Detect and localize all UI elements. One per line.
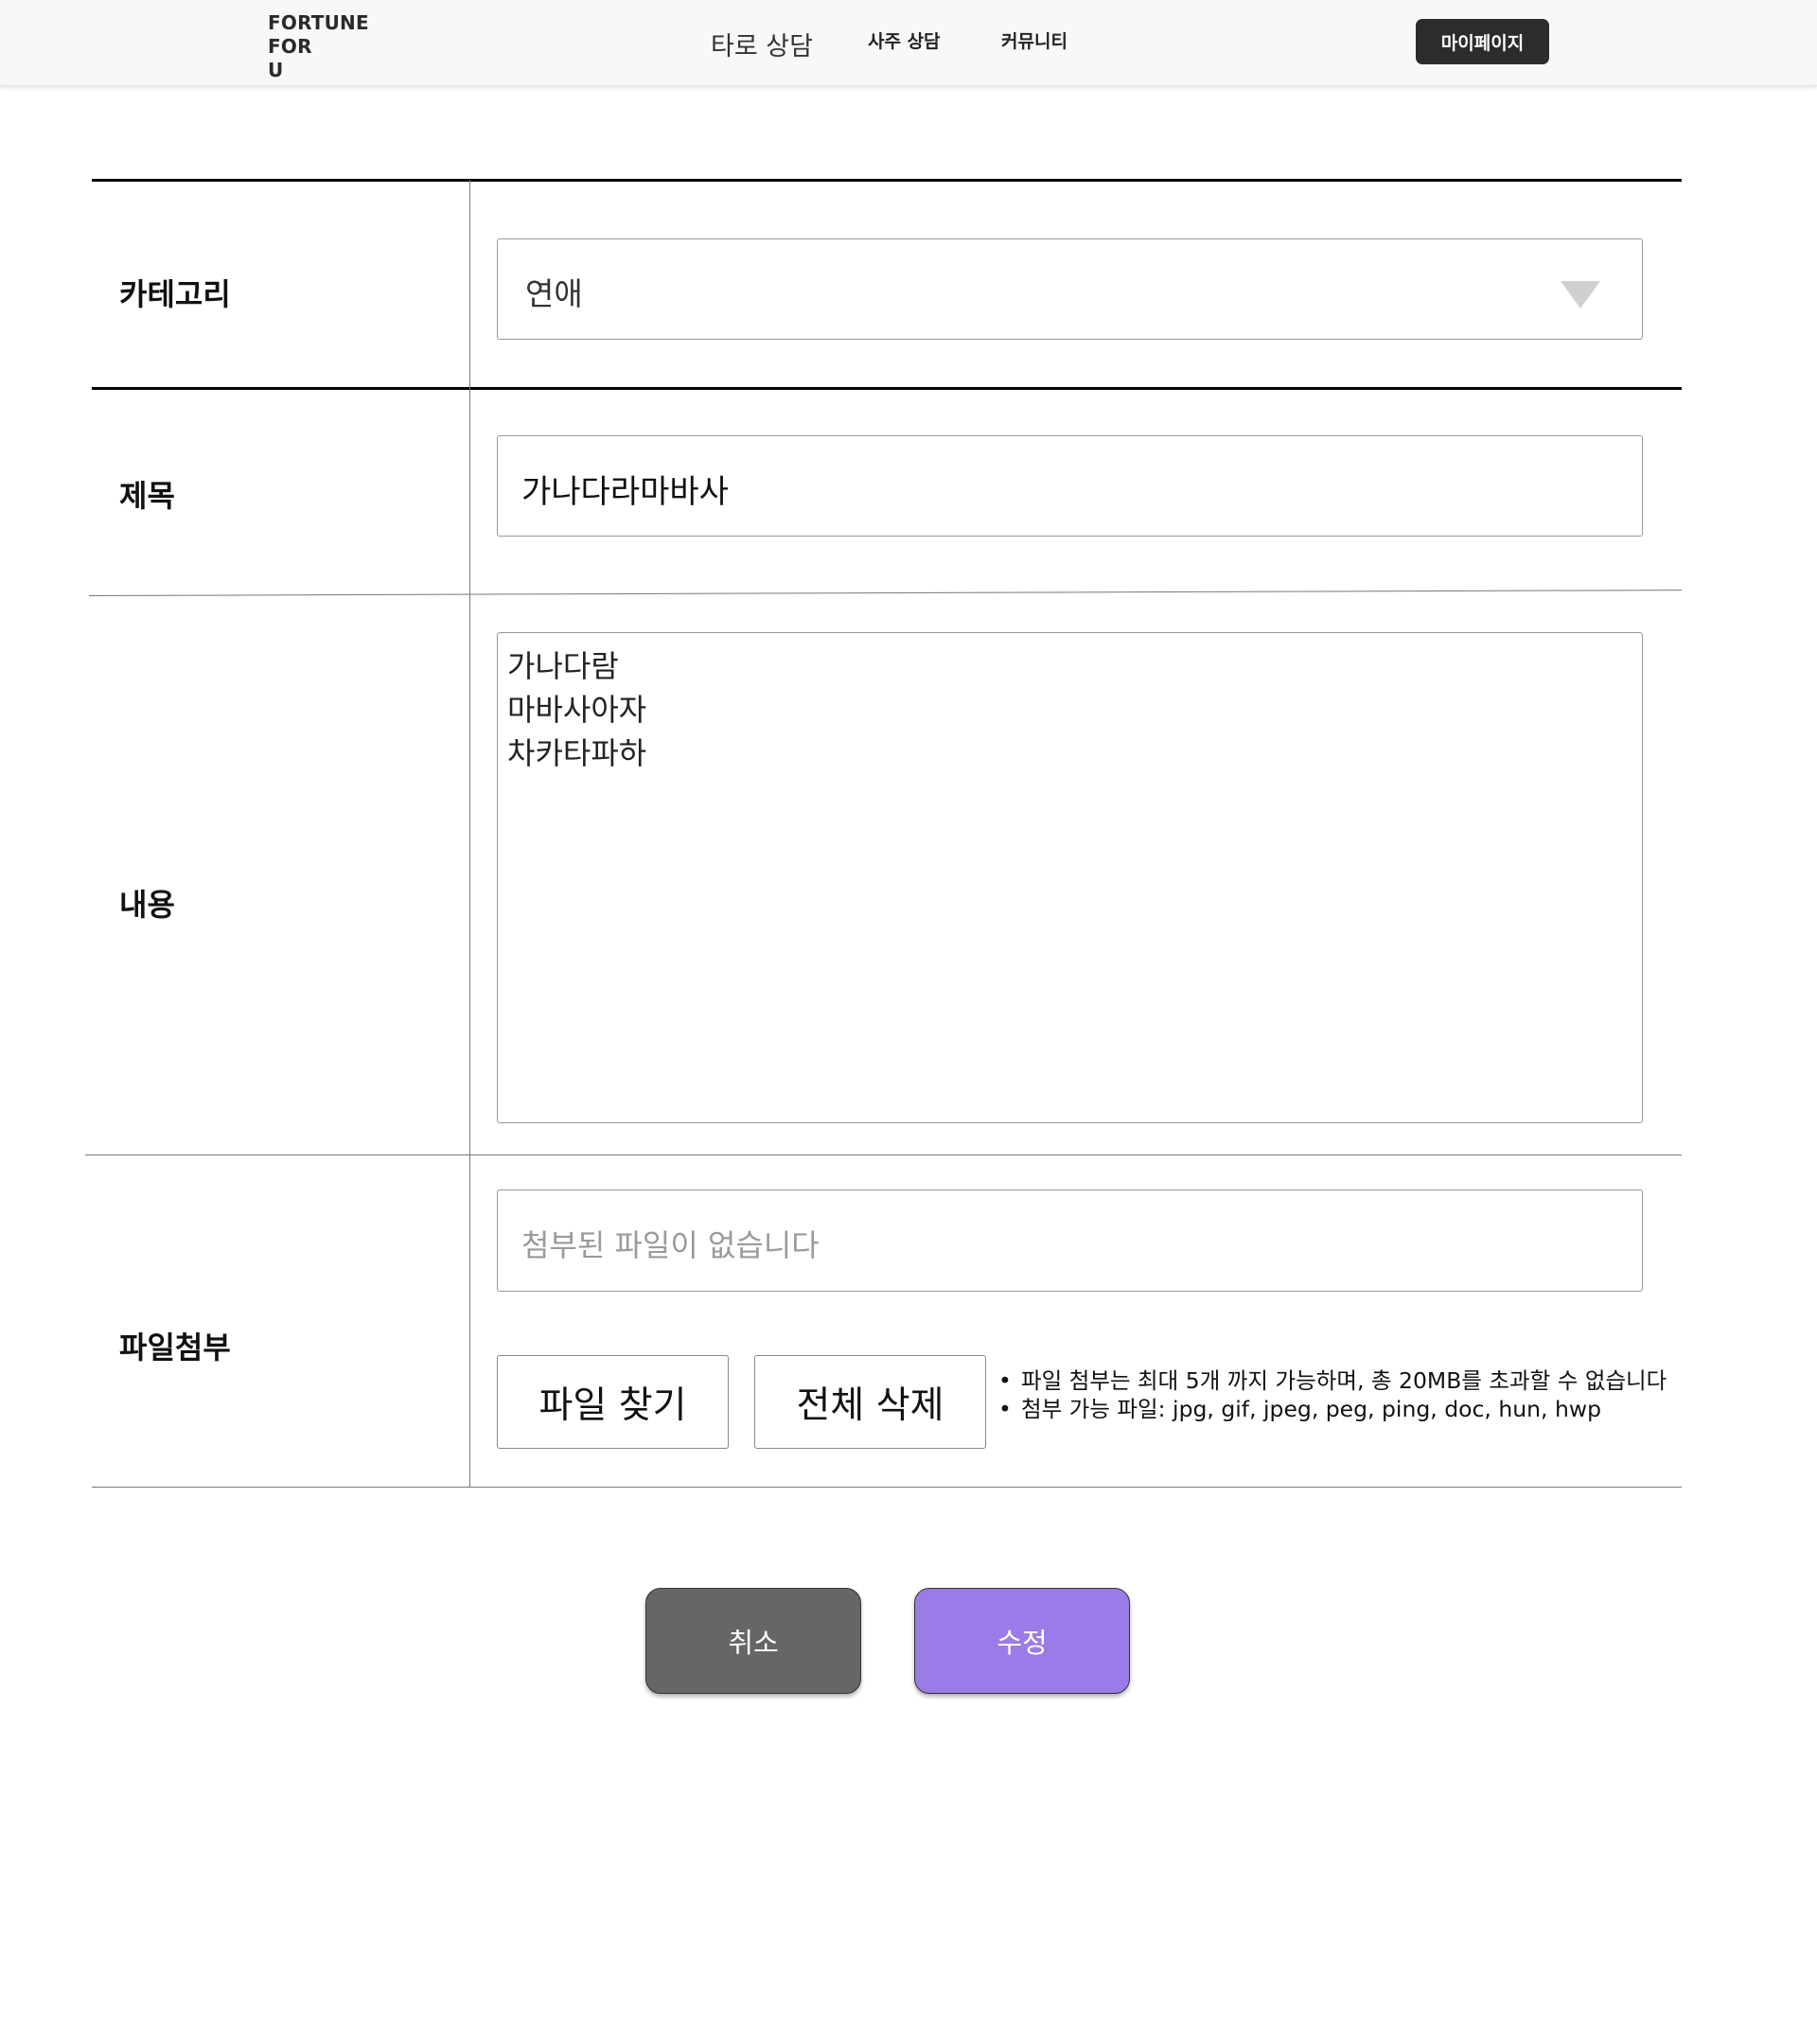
attachment-label: 파일첨부 — [119, 1330, 231, 1366]
dropdown-arrow-icon — [1561, 281, 1600, 308]
note-text: 첨부 가능 파일: jpg, gif, jpeg, peg, ping, doc… — [1021, 1396, 1602, 1422]
mypage-button[interactable]: 마이페이지 — [1416, 19, 1549, 64]
content-label: 내용 — [119, 887, 175, 923]
row-divider-content — [85, 1154, 1682, 1155]
title-input-value: 가나다라마바사 — [521, 473, 729, 511]
row-divider-title — [88, 590, 1682, 596]
nav-community[interactable]: 커뮤니티 — [1001, 27, 1067, 53]
logo-line-3: U — [268, 59, 284, 81]
content-line: 가나다람 — [507, 648, 619, 684]
row-divider-category — [92, 387, 1682, 390]
top-header: FORTUNE FOR U 타로 상담 사주 상담 커뮤니티 마이페이지 — [0, 0, 1817, 86]
category-label: 카테고리 — [119, 276, 231, 312]
attached-files-field: 첨부된 파일이 없습니다 — [497, 1189, 1643, 1292]
delete-all-button[interactable]: 전체 삭제 — [754, 1355, 986, 1449]
logo-line-2: FOR — [268, 35, 312, 58]
table-top-border — [92, 179, 1682, 182]
attachment-notes: • 파일 첨부는 최대 5개 까지 가능하며, 총 20MB를 초과할 수 없습니… — [998, 1366, 1667, 1423]
bullet-icon: • — [998, 1367, 1012, 1394]
bullet-icon: • — [998, 1396, 1012, 1422]
find-file-button[interactable]: 파일 찾기 — [497, 1355, 729, 1449]
content-line: 마바사아자 — [507, 692, 647, 728]
category-select[interactable]: 연애 — [497, 238, 1643, 340]
logo-line-1: FORTUNE — [268, 11, 369, 34]
category-selected-value: 연애 — [525, 275, 583, 312]
nav-saju-consult[interactable]: 사주 상담 — [868, 27, 941, 53]
logo[interactable]: FORTUNE FOR U — [268, 11, 369, 82]
label-column-divider — [469, 180, 470, 1488]
table-bottom-border — [92, 1487, 1682, 1488]
content-text: 가나다람 마바사아자 차카타파하 — [507, 644, 646, 775]
cancel-button[interactable]: 취소 — [645, 1588, 861, 1694]
title-input[interactable]: 가나다라마바사 — [497, 435, 1643, 537]
content-textarea[interactable]: 가나다람 마바사아자 차카타파하 — [497, 632, 1643, 1123]
note-text: 파일 첨부는 최대 5개 까지 가능하며, 총 20MB를 초과할 수 없습니다 — [1021, 1367, 1667, 1394]
attachment-note: • 파일 첨부는 최대 5개 까지 가능하며, 총 20MB를 초과할 수 없습니… — [998, 1366, 1667, 1395]
title-label: 제목 — [119, 478, 175, 514]
edit-submit-button[interactable]: 수정 — [914, 1588, 1130, 1694]
no-files-placeholder: 첨부된 파일이 없습니다 — [521, 1227, 820, 1263]
attachment-note: • 첨부 가능 파일: jpg, gif, jpeg, peg, ping, do… — [998, 1395, 1667, 1423]
content-line: 차카타파하 — [507, 735, 647, 771]
nav-tarot-consult[interactable]: 타로 상담 — [711, 26, 813, 62]
